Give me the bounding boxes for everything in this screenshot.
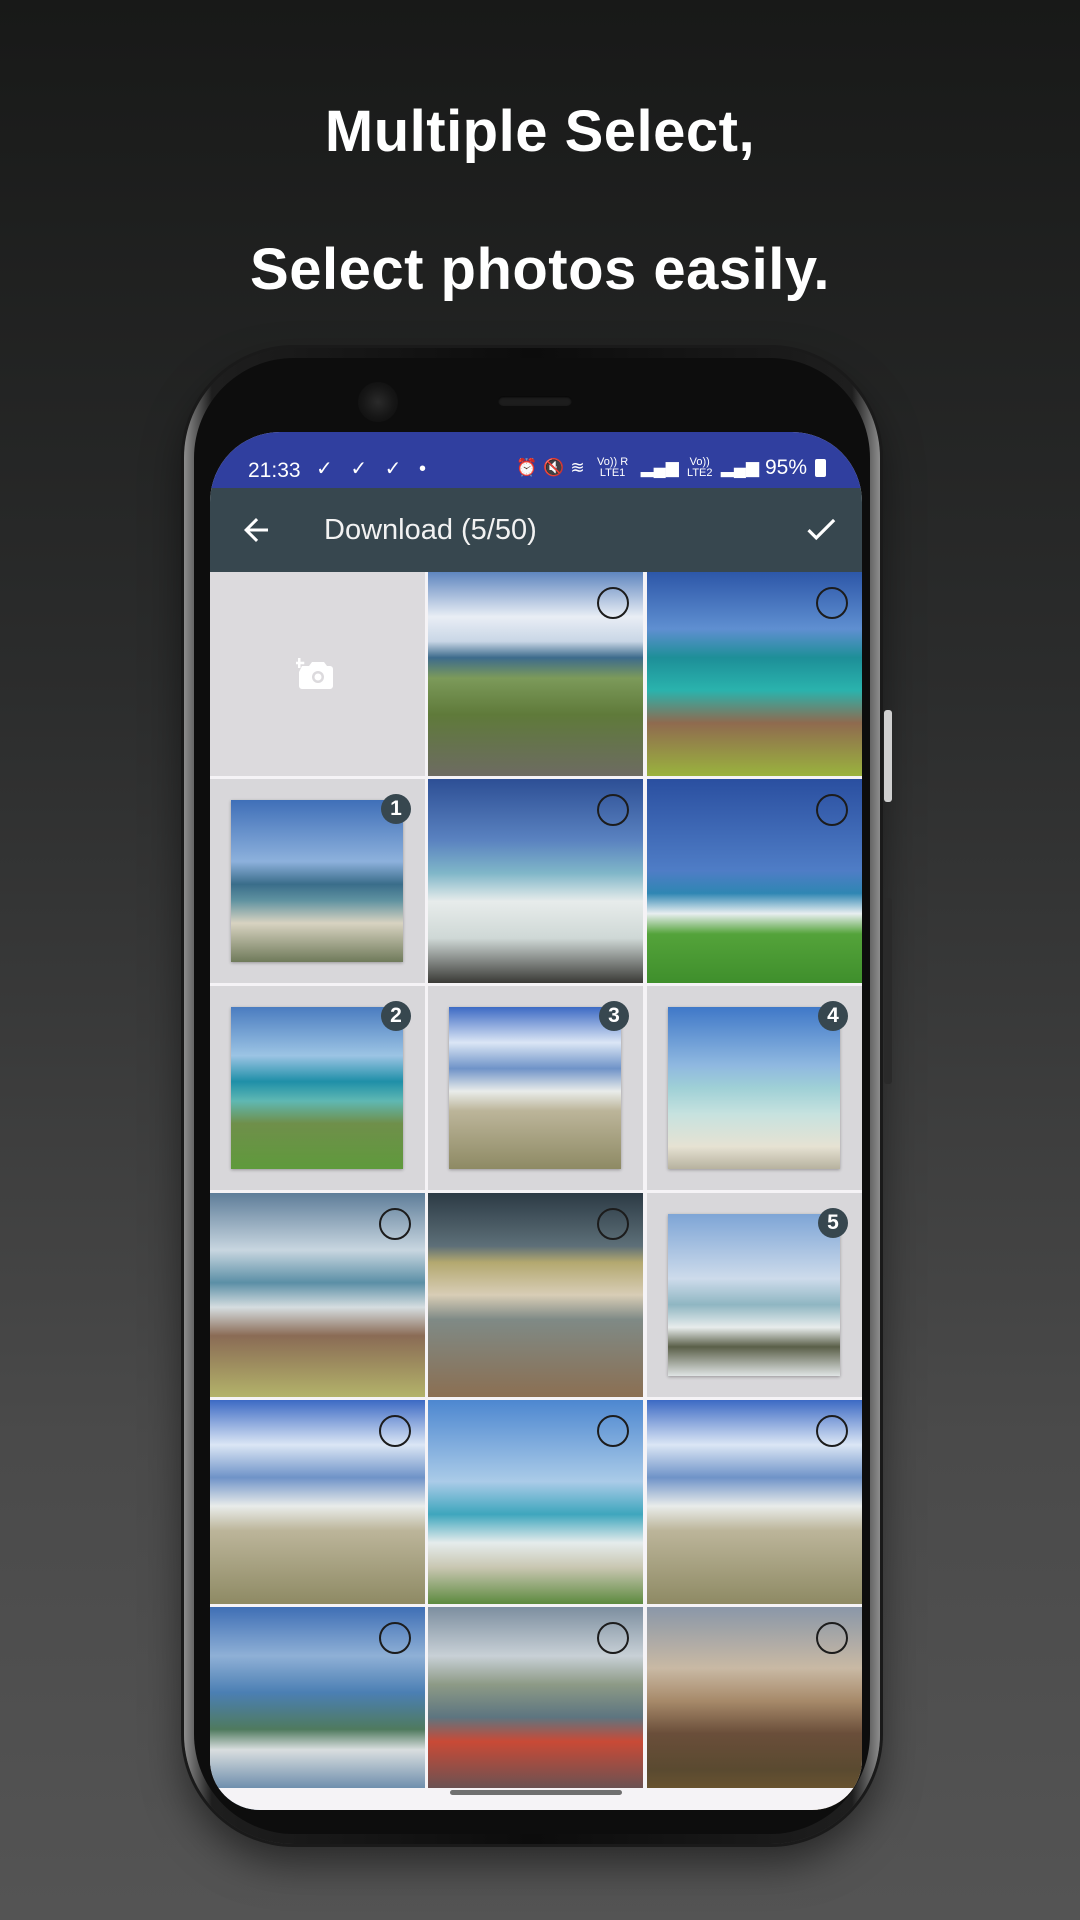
photo-tile[interactable]: 5: [647, 1193, 862, 1397]
signal-icon: ▂▄▆: [640, 458, 679, 477]
photo-thumbnail: [668, 1007, 840, 1169]
signal-icon: ▂▄▆: [720, 458, 759, 477]
selection-order-badge[interactable]: 4: [818, 1001, 848, 1031]
notification-icons: ✓ ✓ ✓ •: [316, 458, 432, 480]
promo-headline-line2: Select photos easily.: [250, 237, 830, 302]
photo-tile[interactable]: [428, 1193, 643, 1397]
promo-headline-line1: Multiple Select,: [324, 99, 756, 164]
select-circle-icon[interactable]: [816, 1415, 848, 1447]
battery-percent: 95%: [764, 456, 807, 479]
arrow-left-icon[interactable]: [238, 512, 274, 548]
check-icon[interactable]: [802, 510, 840, 548]
selection-order-badge[interactable]: 3: [599, 1001, 629, 1031]
power-button: [884, 898, 892, 1084]
alarm-icon: ⏰: [515, 458, 538, 477]
photo-thumbnail: [231, 800, 403, 962]
volume-button: [884, 710, 892, 802]
photo-thumbnail: [668, 1214, 840, 1376]
photo-tile[interactable]: [210, 1193, 425, 1397]
select-circle-icon[interactable]: [597, 1415, 629, 1447]
photo-tile[interactable]: [428, 1607, 643, 1810]
select-circle-icon[interactable]: [597, 1208, 629, 1240]
wifi-icon: ≋: [570, 458, 585, 477]
select-circle-icon[interactable]: [816, 1622, 848, 1654]
select-circle-icon[interactable]: [597, 1622, 629, 1654]
phone-screen: 21:33 ✓ ✓ ✓ • ⏰ 🔇 ≋ Vo)) R LTE1 ▂▄▆ Vo))…: [210, 432, 862, 1810]
app-toolbar: Download (5/50): [210, 488, 862, 572]
home-indicator[interactable]: [450, 1790, 622, 1795]
select-circle-icon[interactable]: [597, 587, 629, 619]
selection-order-badge[interactable]: 5: [818, 1208, 848, 1238]
status-indicators: ⏰ 🔇 ≋ Vo)) R LTE1 ▂▄▆ Vo)) LTE2 ▂▄▆ 95%: [516, 456, 826, 480]
toolbar-title: Download (5/50): [324, 514, 537, 546]
select-circle-icon[interactable]: [379, 1208, 411, 1240]
selection-order-badge[interactable]: 2: [381, 1001, 411, 1031]
navigation-bar: [210, 1788, 862, 1810]
photo-tile[interactable]: [647, 779, 862, 983]
photo-tile[interactable]: [428, 779, 643, 983]
front-camera: [358, 382, 398, 422]
status-bar: 21:33 ✓ ✓ ✓ • ⏰ 🔇 ≋ Vo)) R LTE1 ▂▄▆ Vo))…: [210, 432, 862, 488]
photo-tile[interactable]: 3: [428, 986, 643, 1190]
photo-tile[interactable]: [428, 1400, 643, 1604]
select-circle-icon[interactable]: [379, 1415, 411, 1447]
photo-tile[interactable]: [647, 1400, 862, 1604]
select-circle-icon[interactable]: [379, 1622, 411, 1654]
selection-order-badge[interactable]: 1: [381, 794, 411, 824]
photo-tile[interactable]: [428, 572, 643, 776]
photo-tile[interactable]: [647, 1607, 862, 1810]
photo-tile[interactable]: 2: [210, 986, 425, 1190]
photo-tile[interactable]: 1: [210, 779, 425, 983]
select-circle-icon[interactable]: [816, 794, 848, 826]
select-circle-icon[interactable]: [816, 587, 848, 619]
camera-tile[interactable]: [210, 572, 425, 776]
select-circle-icon[interactable]: [597, 794, 629, 826]
mute-icon: 🔇: [543, 458, 565, 477]
photo-tile[interactable]: 4: [647, 986, 862, 1190]
photo-tile[interactable]: [210, 1607, 425, 1810]
earpiece-speaker: [498, 396, 572, 406]
network-sim1-label: Vo)) R LTE1: [596, 456, 629, 479]
network-sim2-label: Vo)) LTE2: [687, 456, 713, 479]
photo-thumbnail: [449, 1007, 621, 1169]
add-photo-icon: [296, 658, 333, 689]
photo-tile[interactable]: [647, 572, 862, 776]
status-time: 21:33: [248, 459, 301, 482]
battery-icon: [815, 459, 826, 477]
photo-tile[interactable]: [210, 1400, 425, 1604]
photo-thumbnail: [231, 1007, 403, 1169]
